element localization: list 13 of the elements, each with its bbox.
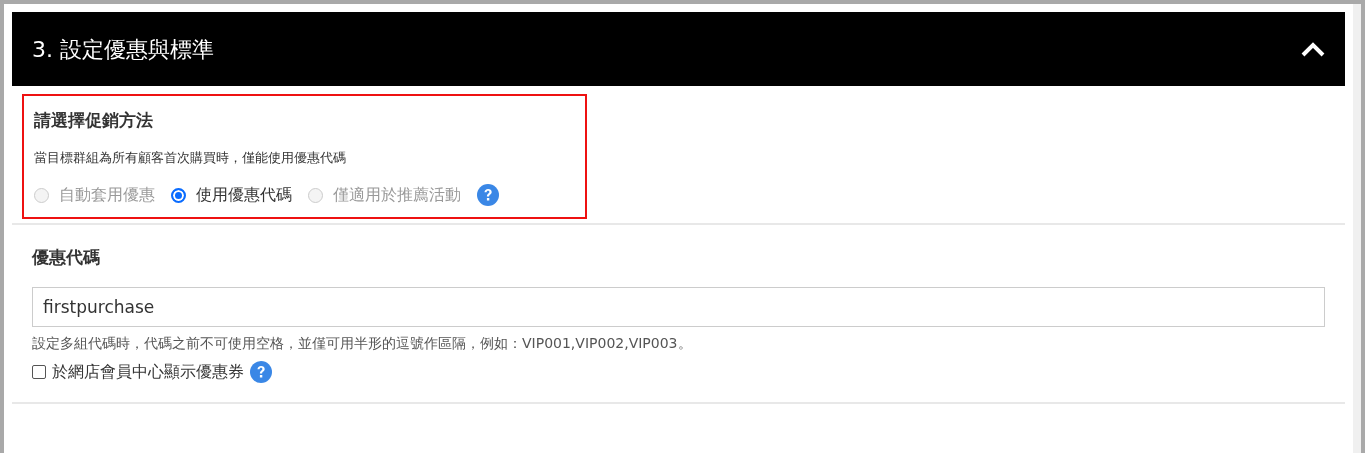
section-heading: 請選擇促銷方法 <box>34 109 154 132</box>
coupon-code-field[interactable]: firstpurchase <box>32 286 1325 327</box>
checkbox-label[interactable]: 於網店會員中心顯示優惠券 <box>52 359 244 384</box>
panel-header[interactable]: 3. 設定優惠與標準 <box>12 12 1345 86</box>
help-icon[interactable] <box>250 360 272 383</box>
hint-text: 設定多組代碼時，代碼之前不可使用空格，並僅可用半形的逗號作區隔，例如：VIP001,VIP002,VIP003。 <box>32 333 693 353</box>
panel-title: 3. 設定優惠與標準 <box>32 35 214 64</box>
note-text: 當目標群組為所有顧客首次購買時，僅能使用優惠代碼 <box>34 148 347 167</box>
checkbox[interactable] <box>32 364 46 379</box>
section-heading: 優惠代碼 <box>32 246 101 269</box>
chevron-up-icon[interactable] <box>1301 41 1325 57</box>
radio-option[interactable]: 使用優惠代碼 <box>171 183 292 207</box>
help-icon[interactable] <box>477 184 499 206</box>
